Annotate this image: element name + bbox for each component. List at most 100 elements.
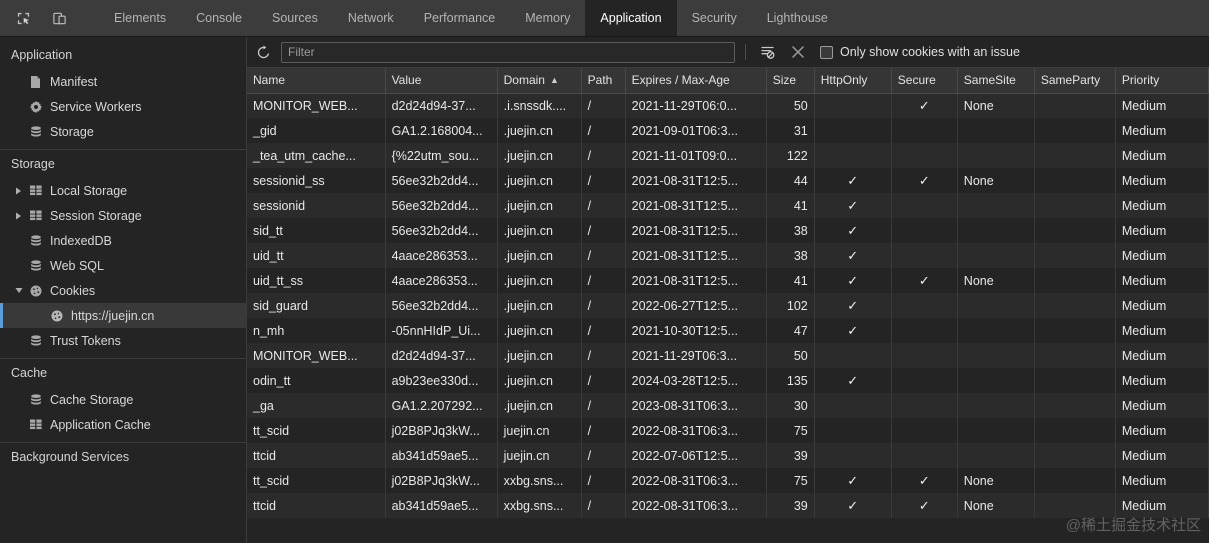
column-header-secure[interactable]: Secure <box>891 68 958 94</box>
cell-path: / <box>581 93 626 118</box>
table-row[interactable]: MONITOR_WEB... d2d24d94-37... .i.snssdk...… <box>247 93 1209 118</box>
sidebar-item-session-storage[interactable]: Session Storage <box>0 203 246 228</box>
sidebar-item-web-sql[interactable]: Web SQL <box>0 253 246 278</box>
cell-priority: Medium <box>1115 368 1209 393</box>
tab-security[interactable]: Security <box>677 0 752 36</box>
sidebar-item-cookie-origin[interactable]: https://juejin.cn <box>0 303 246 328</box>
cell-priority: Medium <box>1115 243 1209 268</box>
refresh-icon[interactable] <box>251 40 275 64</box>
table-row[interactable]: sessionid 56ee32b2dd4... .juejin.cn/2021-0… <box>247 193 1209 218</box>
cell-samesite: None <box>957 493 1035 518</box>
sidebar-item-storage[interactable]: Storage <box>0 119 246 144</box>
cell-name: ttcid <box>247 493 386 518</box>
tab-performance[interactable]: Performance <box>409 0 511 36</box>
cell-name: tt_scid <box>247 468 386 493</box>
table-row[interactable]: sid_tt 56ee32b2dd4... .juejin.cn/2021-08-3… <box>247 218 1209 243</box>
column-header-value[interactable]: Value <box>385 68 498 94</box>
filter-input[interactable] <box>281 41 735 63</box>
table-row[interactable]: _tea_utm_cache... {%22utm_sou... .juejin.c… <box>247 143 1209 168</box>
table-row[interactable]: tt_scid j02B8PJq3kW... xxbg.sns.../2022-08… <box>247 468 1209 493</box>
sidebar-item-service-workers[interactable]: Service Workers <box>0 94 246 119</box>
clear-all-cookies-icon[interactable] <box>786 40 810 64</box>
cell-secure: ✓ <box>891 93 958 118</box>
tab-network[interactable]: Network <box>333 0 409 36</box>
cell-sameparty <box>1034 393 1116 418</box>
cell-samesite <box>957 218 1035 243</box>
sidebar-item-label: https://juejin.cn <box>71 308 155 323</box>
cell-secure <box>891 418 958 443</box>
cell-size: 50 <box>766 343 815 368</box>
sidebar-item-indexeddb[interactable]: IndexedDB <box>0 228 246 253</box>
chevron-right-icon[interactable] <box>12 209 25 222</box>
tab-lighthouse[interactable]: Lighthouse <box>752 0 843 36</box>
sidebar-item-local-storage[interactable]: Local Storage <box>0 178 246 203</box>
panel-split: Application Manifest Service Workers Sto… <box>0 37 1209 543</box>
cell-priority: Medium <box>1115 343 1209 368</box>
tab-elements[interactable]: Elements <box>99 0 181 36</box>
sidebar-item-manifest[interactable]: Manifest <box>0 69 246 94</box>
cell-size: 122 <box>766 143 815 168</box>
table-row[interactable]: sessionid_ss 56ee32b2dd4... .juejin.cn/202… <box>247 168 1209 193</box>
table-row[interactable]: tt_scid j02B8PJq3kW... juejin.cn/2022-08-3… <box>247 418 1209 443</box>
cell-path: / <box>581 268 626 293</box>
table-row[interactable]: _ga GA1.2.207292... .juejin.cn/2023-08-31T… <box>247 393 1209 418</box>
toolbar-divider <box>745 44 746 60</box>
cell-domain: .juejin.cn <box>497 118 582 143</box>
column-header-domain[interactable]: Domain ▲ <box>497 68 582 94</box>
cell-sameparty <box>1034 318 1116 343</box>
inspect-element-icon[interactable] <box>10 5 36 31</box>
cell-priority: Medium <box>1115 468 1209 493</box>
column-header-samesite[interactable]: SameSite <box>957 68 1035 94</box>
cell-sameparty <box>1034 118 1116 143</box>
cell-size: 39 <box>766 493 815 518</box>
column-header-size[interactable]: Size <box>766 68 815 94</box>
chevron-right-icon[interactable] <box>12 184 25 197</box>
table-row[interactable]: uid_tt_ss 4aace286353... .juejin.cn/2021-0… <box>247 268 1209 293</box>
check-icon: ✓ <box>847 222 859 238</box>
cell-secure <box>891 293 958 318</box>
table-row[interactable]: ttcid ab341d59ae5... xxbg.sns.../2022-08-3… <box>247 493 1209 518</box>
sidebar-item-application-cache[interactable]: Application Cache <box>0 412 246 437</box>
table-row[interactable]: sid_guard 56ee32b2dd4... .juejin.cn/2022-0… <box>247 293 1209 318</box>
table-row[interactable]: uid_tt 4aace286353... .juejin.cn/2021-08-3… <box>247 243 1209 268</box>
cell-size: 31 <box>766 118 815 143</box>
tab-memory[interactable]: Memory <box>510 0 585 36</box>
only-show-issues-checkbox[interactable]: Only show cookies with an issue <box>820 45 1020 59</box>
tab-sources[interactable]: Sources <box>257 0 333 36</box>
cell-size: 41 <box>766 193 815 218</box>
sidebar-item-cookies[interactable]: Cookies <box>0 278 246 303</box>
cell-domain: .juejin.cn <box>497 193 582 218</box>
cell-sameparty <box>1034 468 1116 493</box>
device-toolbar-icon[interactable] <box>46 5 72 31</box>
tool-icons-group <box>0 0 99 36</box>
column-header-expires[interactable]: Expires / Max-Age <box>625 68 767 94</box>
cell-samesite <box>957 368 1035 393</box>
column-header-httponly[interactable]: HttpOnly <box>814 68 892 94</box>
cell-value: j02B8PJq3kW... <box>385 468 498 493</box>
column-label: Domain <box>503 73 545 88</box>
chevron-down-icon[interactable] <box>12 284 25 297</box>
table-row[interactable]: ttcid ab341d59ae5... juejin.cn/2022-07-06T… <box>247 443 1209 468</box>
table-row[interactable]: n_mh -05nnHIdP_Ui... .juejin.cn/2021-10-30… <box>247 318 1209 343</box>
table-row[interactable]: MONITOR_WEB... d2d24d94-37... .juejin.cn/2… <box>247 343 1209 368</box>
cell-samesite <box>957 243 1035 268</box>
cookies-table-container[interactable]: Name Value Domain ▲ Path Expires / Max-Ag… <box>247 68 1209 543</box>
column-label: Path <box>587 73 613 88</box>
table-row[interactable]: odin_tt a9b23ee330d... .juejin.cn/2024-03-… <box>247 368 1209 393</box>
column-header-priority[interactable]: Priority <box>1115 68 1209 94</box>
clear-filtered-cookies-icon[interactable] <box>756 40 780 64</box>
column-header-name[interactable]: Name <box>247 68 386 94</box>
check-icon: ✓ <box>918 172 930 188</box>
sidebar-item-cache-storage[interactable]: Cache Storage <box>0 387 246 412</box>
gear-icon <box>27 100 44 114</box>
tab-application[interactable]: Application <box>585 0 677 36</box>
table-row[interactable]: _gid GA1.2.168004... .juejin.cn/2021-09-01… <box>247 118 1209 143</box>
column-header-path[interactable]: Path <box>581 68 626 94</box>
column-header-sameparty[interactable]: SameParty <box>1034 68 1116 94</box>
cell-value: ab341d59ae5... <box>385 493 498 518</box>
cell-secure <box>891 318 958 343</box>
tab-console[interactable]: Console <box>181 0 257 36</box>
checkbox-box[interactable] <box>820 45 833 59</box>
cell-domain: juejin.cn <box>497 418 582 443</box>
sidebar-item-trust-tokens[interactable]: Trust Tokens <box>0 328 246 353</box>
